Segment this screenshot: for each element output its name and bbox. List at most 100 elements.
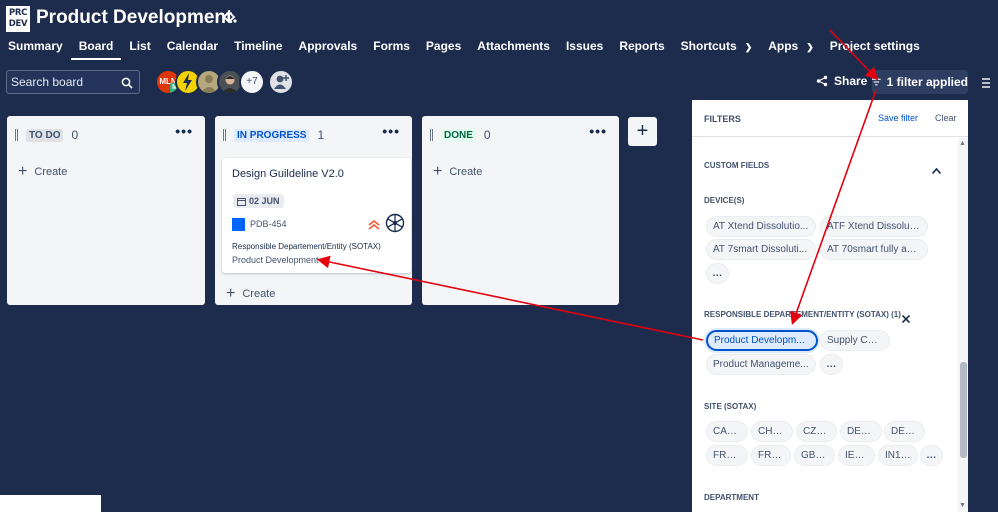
filter-chip-selected[interactable]: Product Developm... [706,330,818,351]
nav-calendar[interactable]: Calendar [159,38,226,60]
nav-issues[interactable]: Issues [558,38,611,60]
plus-icon: + [433,163,443,180]
due-date: 02 JUN [249,196,280,206]
nav-attachments[interactable]: Attachments [469,38,558,60]
nav-timeline[interactable]: Timeline [226,38,290,60]
drag-handle-icon[interactable] [430,129,433,141]
close-icon[interactable] [901,310,911,328]
nav-shortcuts[interactable]: Shortcuts ❯ [673,38,761,60]
card-title: Design Guildeline V2.0 [232,168,344,180]
nav-label: Board [78,39,114,53]
project-nav: Summary Board List Calendar Timeline App… [0,38,928,60]
save-filter-link[interactable]: Save filter [878,113,918,123]
filter-chip-site[interactable]: CZ101 [796,421,837,442]
filter-chip-site[interactable]: FR111 [751,445,791,466]
custom-field-label: Responsible Departement/Entity (SOTAX) [232,242,381,251]
filter-chip-dept[interactable]: Product Manageme... [706,354,816,375]
create-label: Create [449,166,483,178]
nav-label: Issues [565,39,604,53]
filters-title: FILTERS [704,114,741,124]
chevron-up-icon[interactable] [931,161,942,179]
nav-approvals[interactable]: Approvals [291,38,366,60]
more-depts-button[interactable]: ... [820,354,843,375]
add-person-icon [274,75,289,89]
status-lozenge: TO DO [26,128,64,142]
filter-chip-device[interactable]: AT 70smart fully aut... [820,239,928,260]
filter-chip-dept[interactable]: Supply Chain [820,330,890,351]
clear-filters-link[interactable]: Clear [935,113,957,123]
filter-button[interactable]: 1 filter applied [872,70,968,94]
column-more-button[interactable]: ••• [175,124,193,138]
due-date-badge: 02 JUN [233,194,284,208]
logo-line-2: DEV [8,19,28,29]
share-icon [816,75,828,87]
nav-label: Apps [768,39,799,53]
search-icon[interactable] [121,76,133,94]
share-button[interactable]: Share [816,74,867,88]
filter-chip-device[interactable]: ATF Xtend Dissoluti... [820,216,928,237]
create-issue-button[interactable]: + Create [18,163,67,181]
column-more-button[interactable]: ••• [382,124,400,138]
drag-handle-icon[interactable] [15,129,18,141]
bottom-panel-edge [0,495,101,512]
calendar-icon [237,197,246,206]
column-done: DONE 0 ••• + Create [422,116,619,305]
filter-chip-site[interactable]: CH101 [751,421,793,442]
responsible-dept-heading: RESPONSIBLE DEPARTEMENT/ENTITY (SOTAX) (… [704,310,901,319]
nav-label: Calendar [166,39,219,53]
search-board[interactable] [6,70,140,94]
column-more-button[interactable]: ••• [589,124,607,138]
add-column-button[interactable]: + [628,117,657,146]
column-in-progress: IN PROGRESS 1 ••• Design Guildeline V2.0… [215,116,412,305]
nav-project-settings[interactable]: Project settings [822,38,928,60]
issue-count: 0 [483,128,491,142]
wheel-icon [385,213,405,233]
create-issue-button[interactable]: + Create [433,163,482,181]
project-logo[interactable]: PRC DEV [6,6,30,32]
view-settings-icon[interactable] [982,75,990,93]
filter-chip-site[interactable]: CA101 [706,421,748,442]
nav-list[interactable]: List [121,38,158,60]
search-input[interactable] [11,74,116,90]
person-photo-icon [222,75,238,93]
filter-chip-site[interactable]: GB101 [794,445,835,466]
nav-pages[interactable]: Pages [418,38,469,60]
create-issue-button[interactable]: + Create [226,285,275,303]
scrollbar-thumb[interactable] [960,362,967,458]
nav-summary[interactable]: Summary [0,38,71,60]
assignee-avatar[interactable] [385,213,405,233]
column-header: DONE 0 [430,127,491,143]
filter-chip-site[interactable]: IN101 [878,445,918,466]
issue-card[interactable]: Design Guildeline V2.0 02 JUN PDB-454 Re… [222,158,411,273]
filter-chip-device[interactable]: AT 7smart Dissoluti... [706,239,816,260]
nav-apps[interactable]: Apps ❯ [760,38,822,60]
project-title: Product Development [36,7,233,28]
filter-label: 1 filter applied [886,75,968,89]
scroll-down-icon[interactable]: ▼ [959,502,966,509]
filter-chip-site[interactable]: DE111 [884,421,925,442]
department-heading: DEPARTMENT [704,493,759,502]
chevron-down-icon: ❯ [744,42,753,52]
paint-bucket-icon[interactable] [221,9,237,25]
issue-type-icon [232,218,245,231]
nav-label: Timeline [234,39,283,53]
nav-label: List [129,39,151,53]
nav-reports[interactable]: Reports [611,38,672,60]
site-heading: SITE (SOTAX) [704,402,757,411]
filter-chip-site[interactable]: FR101 [706,445,748,466]
more-sites-button[interactable]: ... [920,445,943,466]
custom-fields-heading[interactable]: CUSTOM FIELDS [704,161,769,170]
add-people-button[interactable] [268,69,294,95]
nav-board[interactable]: Board [70,38,122,60]
nav-label: Pages [425,39,462,53]
filter-chip-site[interactable]: IE101 [838,445,875,466]
avatar-overflow[interactable]: +7 [239,69,265,95]
drag-handle-icon[interactable] [223,129,226,141]
scroll-up-icon[interactable]: ▲ [959,140,966,147]
nav-forms[interactable]: Forms [365,38,418,60]
filter-chip-device[interactable]: AT Xtend Dissolutio... [706,216,816,237]
logo-line-1: PRC [8,8,28,18]
issue-key[interactable]: PDB-454 [250,219,287,229]
filter-chip-site[interactable]: DE101 [840,421,882,442]
more-devices-button[interactable]: ... [706,263,729,284]
